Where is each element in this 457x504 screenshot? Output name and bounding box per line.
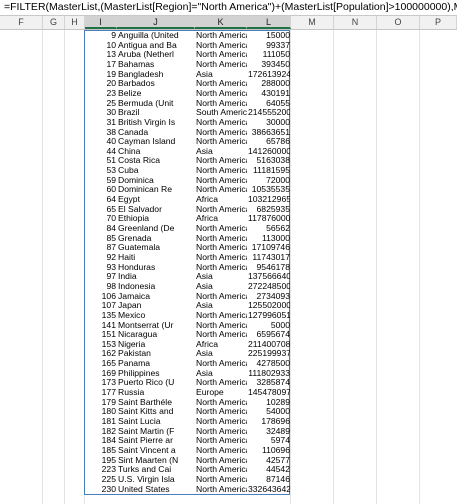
column-header-g[interactable]: G xyxy=(43,16,65,29)
formula-bar[interactable]: =FILTER(MasterList,(MasterList[Region]="… xyxy=(0,0,457,16)
cell-id[interactable]: 230 xyxy=(86,484,116,495)
formula-text: =FILTER(MasterList,(MasterList[Region]="… xyxy=(4,1,457,13)
column-header-i[interactable]: I xyxy=(85,16,117,29)
column-header-m[interactable]: M xyxy=(291,16,334,29)
column-header-o[interactable]: O xyxy=(377,16,420,29)
column-header-l[interactable]: L xyxy=(247,16,291,29)
column-header-j[interactable]: J xyxy=(117,16,195,29)
table-row[interactable]: 230 United States North America 332643642 xyxy=(0,484,457,495)
spreadsheet-grid[interactable]: 9 Anguilla (United North America 15000 10 Ant… xyxy=(0,30,457,504)
cell-country[interactable]: United States xyxy=(118,484,194,495)
column-header-p[interactable]: P xyxy=(420,16,457,29)
cell-population[interactable]: 332643642 xyxy=(248,484,290,495)
column-header-k[interactable]: K xyxy=(195,16,247,29)
column-header-n[interactable]: N xyxy=(334,16,377,29)
column-header-h[interactable]: H xyxy=(65,16,85,29)
column-header-bar: F G H I J K L M N O P xyxy=(0,16,457,30)
column-header-f[interactable]: F xyxy=(0,16,43,29)
cell-region[interactable]: North America xyxy=(196,484,247,495)
